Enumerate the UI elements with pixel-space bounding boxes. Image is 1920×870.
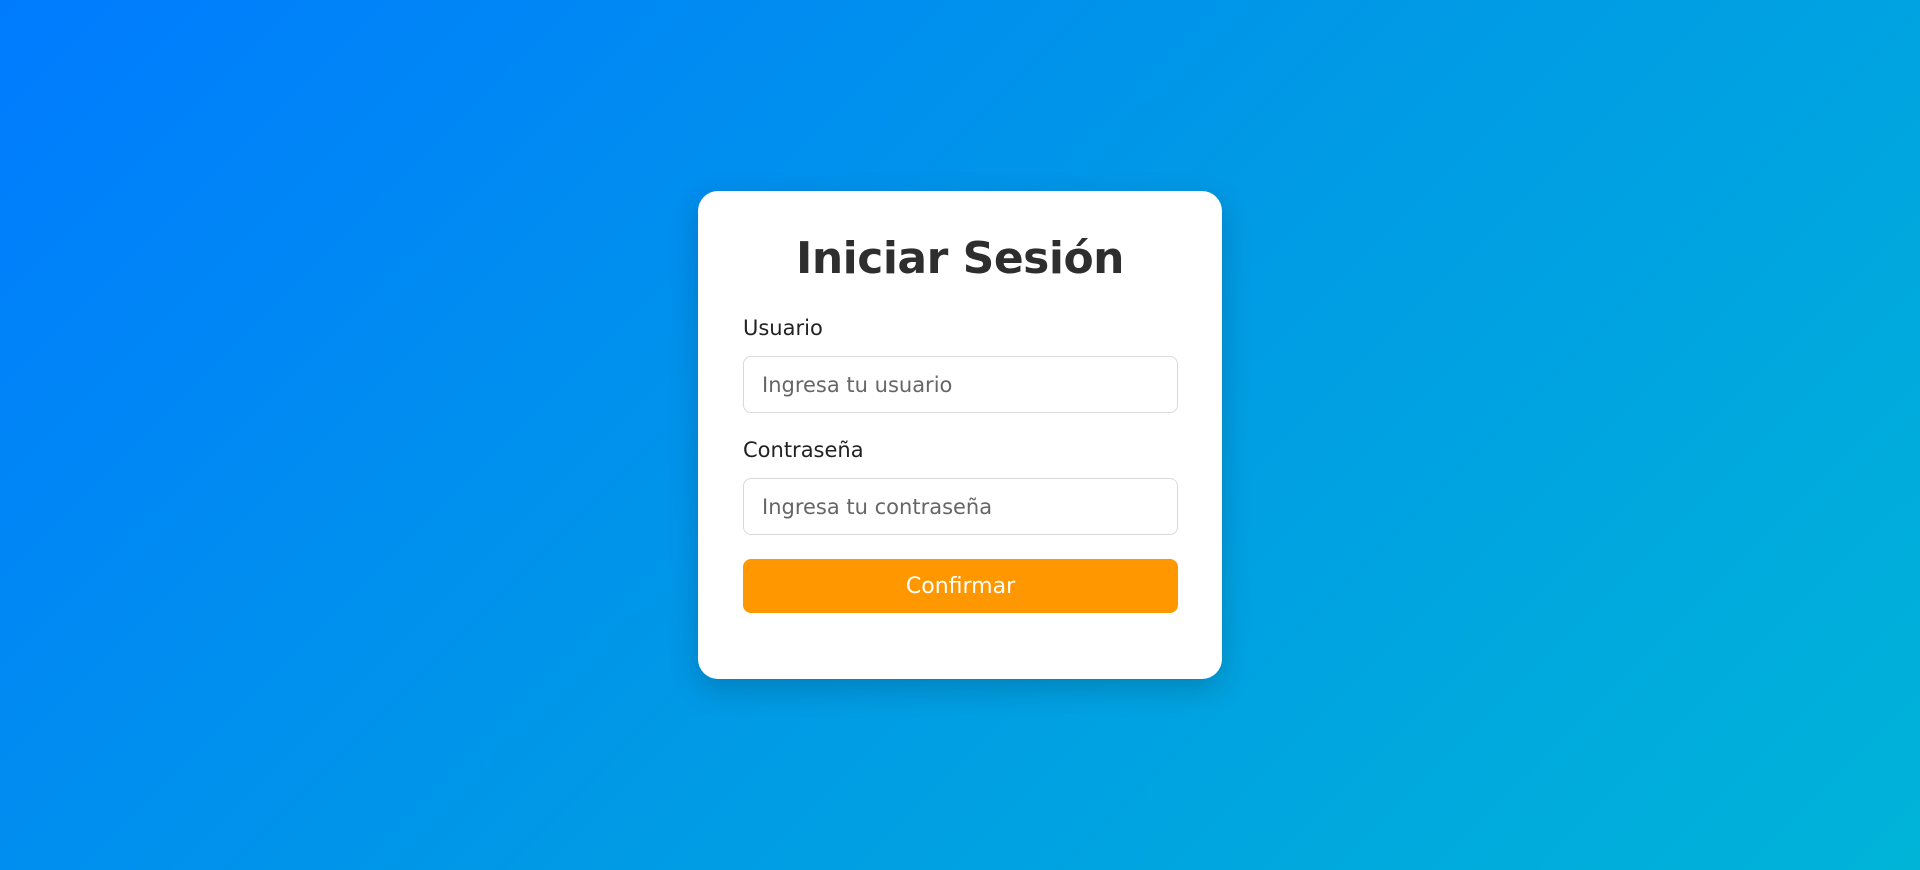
login-card: Iniciar Sesión Usuario Contraseña Confir… [698, 191, 1222, 679]
username-label: Usuario [743, 316, 823, 340]
password-input[interactable] [743, 478, 1178, 535]
username-input[interactable] [743, 356, 1178, 413]
login-title: Iniciar Sesión [795, 233, 1125, 284]
password-label: Contraseña [743, 438, 864, 462]
confirm-button[interactable]: Confirmar [743, 559, 1178, 613]
